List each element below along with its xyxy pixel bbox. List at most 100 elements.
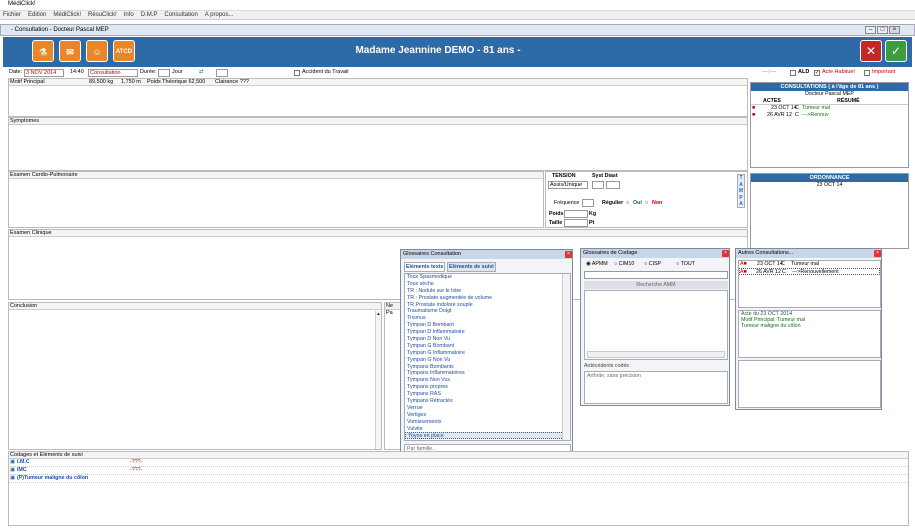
glossaire-item[interactable]: Vertiges	[405, 412, 570, 419]
transfer-icon[interactable]: ⇄	[199, 68, 204, 76]
glossaire-item[interactable]: Tympans Bombants	[405, 364, 570, 371]
frequence-field[interactable]	[582, 199, 594, 207]
maximize-button[interactable]: □	[877, 26, 888, 34]
autre-row[interactable]: A■ 26 AVR 12 C --->Renouvellement	[739, 268, 880, 275]
glossaire-item[interactable]: Tympan G Non Vu	[405, 357, 570, 364]
glossaire-item[interactable]: Tympan D Inflammatoire	[405, 329, 570, 336]
suivi-icon: ▣	[10, 459, 16, 465]
duree-field[interactable]	[158, 69, 170, 77]
acte-habituel-checkbox[interactable]: ✓	[814, 70, 820, 76]
glossaire-item[interactable]: Tympan D Non Vu	[405, 336, 570, 343]
microscope-icon[interactable]: ⚗	[32, 40, 54, 62]
codage-row[interactable]: ▣ (P)Tumeur maligne du côlon	[9, 475, 908, 483]
glossaire-item[interactable]: Tympan D Bombant	[405, 322, 570, 329]
position-select[interactable]: Assis/Unique	[548, 181, 588, 189]
diastole-field[interactable]	[606, 181, 620, 189]
close-icon[interactable]: ×	[722, 250, 729, 257]
glossaire-item[interactable]: Tympan G Inflammatoire	[405, 350, 570, 357]
ordonnance-header: ORDONNANCE	[751, 174, 908, 182]
glossaire-item[interactable]: Tympans Rétractés	[405, 398, 570, 405]
autres-consultations-dialog: Autres Consultations... × A■ 23 OCT 14 C…	[735, 248, 882, 410]
validate-button[interactable]: ✓	[885, 40, 907, 62]
atcd-button[interactable]: ATCD	[113, 40, 135, 62]
menu-edition[interactable]: Edition	[28, 11, 46, 20]
codage-row[interactable]: ▣ IMC -???-	[9, 467, 908, 475]
autres-title: Autres Consultations...	[736, 249, 881, 258]
symptomes-section[interactable]: Symptomes	[8, 117, 748, 171]
poids-value: 89,500 kg	[89, 79, 114, 85]
accident-checkbox[interactable]	[294, 70, 300, 76]
glossaire-item[interactable]: Trismus	[405, 315, 570, 322]
antecedent-item[interactable]: Arthrite, sans précision	[585, 372, 727, 380]
tampa-sidebar[interactable]: T A M P A	[737, 174, 745, 208]
tab-elements-suivi[interactable]: Eléments de suivi	[447, 262, 496, 272]
regulier-oui-radio[interactable]: ○	[626, 200, 629, 206]
ordonnance-date[interactable]: 23 OCT 14	[751, 182, 908, 189]
codage-row[interactable]: ▣ I.M.C -???-	[9, 459, 908, 467]
important-checkbox[interactable]	[864, 70, 870, 76]
glossaire-item[interactable]: Vomissements	[405, 419, 570, 426]
glossaire-item[interactable]: Tympan G Bombant	[405, 343, 570, 350]
tab-elements-texte[interactable]: Eléments texte	[404, 262, 446, 272]
glossaire-item[interactable]: Tympans propres	[405, 384, 570, 391]
regulier-non-radio[interactable]: ○	[645, 200, 648, 206]
menu-mediclick[interactable]: MédiClick!	[53, 11, 81, 20]
menu-consultation[interactable]: Consultation	[164, 11, 197, 20]
menu-dmp[interactable]: D.M.P	[141, 11, 158, 20]
glossaire-item[interactable]: TR Prostate indolore souple	[405, 302, 570, 309]
close-window-button[interactable]: ×	[889, 26, 900, 34]
glossaire-item[interactable]: Toux Spasmodique	[405, 274, 570, 281]
systole-field[interactable]	[592, 181, 604, 189]
date-field[interactable]: 3 NOV 2014	[24, 69, 64, 77]
close-icon[interactable]: ×	[565, 251, 572, 258]
glossaire-item[interactable]: Vulvite	[405, 426, 570, 433]
motif-section[interactable]: Motif Principal 89,500 kg 1,750 m Poids …	[8, 78, 748, 117]
conclusion-scrollbar[interactable]: ▲	[375, 311, 381, 449]
menu-info[interactable]: Info	[124, 11, 134, 20]
glossaire-item[interactable]: Tympans RAS	[405, 391, 570, 398]
glossaire-item[interactable]: Tympans Non Vus	[405, 377, 570, 384]
cim10-radio[interactable]: ○ CIM10	[614, 261, 634, 267]
menu-fichier[interactable]: Fichier	[3, 11, 21, 20]
pt-label: Pt	[589, 220, 595, 226]
menu-apropos[interactable]: A propos...	[205, 11, 234, 20]
consultations-header: CONSULTATIONS ( à l'âge de 81 ans )	[751, 83, 908, 91]
consultation-row[interactable]: ■ 26 AVR 12 C --->Renouv	[751, 112, 908, 119]
extra-field[interactable]	[216, 69, 228, 77]
close-icon[interactable]: ×	[874, 250, 881, 257]
cisp-radio[interactable]: ○ CISP	[644, 261, 661, 267]
tout-radio[interactable]: ○ TOUT	[676, 261, 695, 267]
detail-diagnostic: Tumeur maligne du côlon	[741, 323, 801, 329]
glossaire-item[interactable]: TR : Nodule sur le lobe	[405, 288, 570, 295]
consultation-row[interactable]: ■ 23 OCT 14 C Tumeur mal	[751, 105, 908, 112]
ald-checkbox[interactable]	[790, 70, 796, 76]
jour-label: Jour	[172, 69, 183, 75]
consultation-type-select[interactable]: Consultation	[88, 69, 138, 77]
recherche-amm-button[interactable]: Recherche AMM	[584, 281, 728, 289]
glossaire-item[interactable]: Verrue	[405, 405, 570, 412]
autre-row[interactable]: A■ 23 OCT 14 C Tumeur mal	[739, 261, 880, 268]
row-code: C	[795, 105, 799, 111]
row-marker-icon: ■	[752, 105, 756, 111]
poids-field[interactable]	[564, 210, 588, 218]
taille-field[interactable]	[564, 219, 588, 227]
zoom-slider[interactable]: —○—	[762, 68, 776, 76]
glossaire-item[interactable]: Yoyos en place	[405, 432, 570, 439]
glossaire-item[interactable]: Traumatisme Doigt	[405, 308, 570, 315]
minimize-button[interactable]: –	[865, 26, 876, 34]
menu-resuclick[interactable]: RésuClick!	[88, 11, 117, 20]
apmm-radio[interactable]: ◉ APMM	[586, 261, 608, 267]
cardio-section[interactable]: Examen Cardio-Pulmonaire	[8, 171, 544, 228]
row-marker-icon: ■	[752, 112, 756, 118]
glossaire-item[interactable]: Toux sèche	[405, 281, 570, 288]
results-hscrollbar[interactable]	[587, 351, 725, 358]
time-value: 14:40	[70, 69, 84, 75]
cancel-button[interactable]: ✕	[860, 40, 882, 62]
patient-icon[interactable]: ☺	[86, 40, 108, 62]
glossaire-item[interactable]: TR : Prostate augmentée de volume	[405, 295, 570, 302]
mail-icon[interactable]: ✉	[59, 40, 81, 62]
codage-search-field[interactable]	[584, 271, 728, 279]
conclusion-section[interactable]: Conclusion ▲	[8, 302, 382, 450]
glossaire-scrollbar[interactable]	[562, 274, 570, 440]
glossaire-item[interactable]: Tympans Inflammatoires	[405, 370, 570, 377]
